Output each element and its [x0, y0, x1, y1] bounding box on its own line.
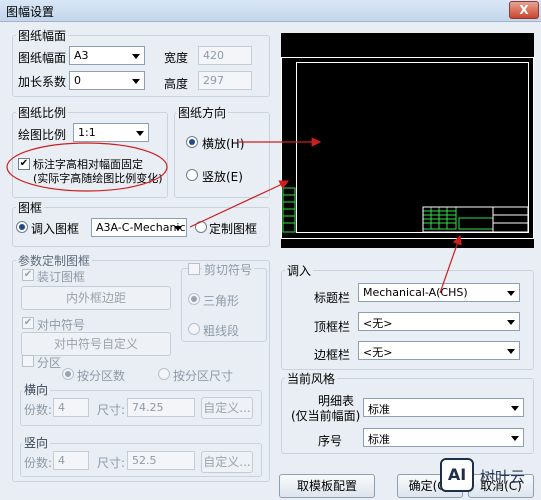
- annotation-overlay: [6, 137, 462, 294]
- watermark: AI 树叶云: [438, 454, 538, 496]
- arrow-title-block: [439, 234, 462, 294]
- arrow-frame-head: [277, 180, 290, 190]
- arrow-frame-line: [189, 185, 279, 228]
- highlight-ellipse: [6, 142, 168, 192]
- watermark-text: 树叶云: [480, 468, 526, 486]
- watermark-logo: AI: [440, 458, 474, 492]
